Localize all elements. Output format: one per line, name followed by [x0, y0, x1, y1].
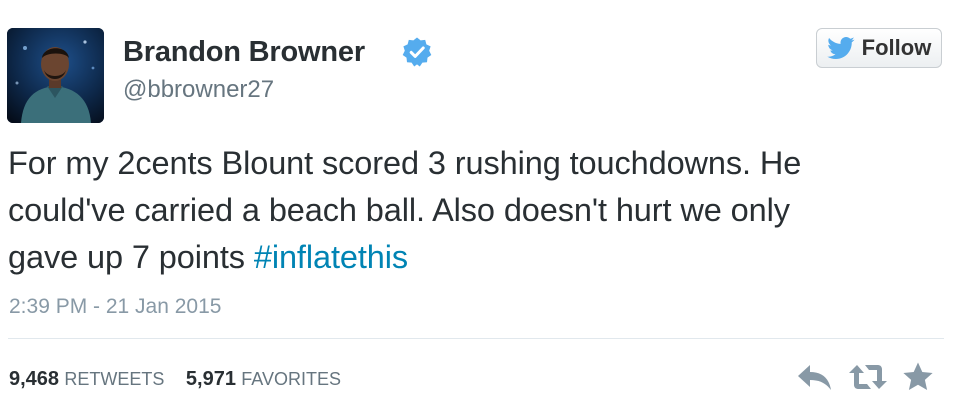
favorites-count[interactable]: 5,971 — [186, 368, 236, 390]
retweets-count[interactable]: 9,468 — [9, 368, 59, 390]
favorite-star-icon[interactable] — [902, 361, 934, 393]
verified-badge-icon — [402, 37, 432, 67]
tweet-text: For my 2cents Blount scored 3 rushing to… — [8, 140, 948, 281]
tweet-timestamp[interactable]: 2:39 PM - 21 Jan 2015 — [9, 295, 221, 319]
retweet-icon[interactable] — [848, 363, 888, 391]
favorites-label[interactable]: FAVORITES — [241, 369, 341, 389]
hashtag-link[interactable]: #inflatethis — [254, 239, 408, 275]
retweets-label[interactable]: RETWEETS — [64, 369, 164, 389]
tweet-text-line: could've carried a beach ball. Also does… — [8, 192, 790, 228]
tweet-text-line: For my 2cents Blount scored 3 rushing to… — [8, 145, 802, 181]
tweet-stats: 9,468 RETWEETS 5,971 FAVORITES — [9, 368, 341, 391]
embedded-tweet: Brandon Browner @bbrowner27 Follow For m… — [0, 0, 962, 410]
avatar-photo — [7, 28, 104, 123]
author-name[interactable]: Brandon Browner — [123, 34, 365, 70]
reply-icon[interactable] — [796, 362, 834, 392]
avatar[interactable] — [7, 28, 104, 123]
tweet-actions — [796, 360, 934, 394]
author-handle[interactable]: @bbrowner27 — [123, 76, 274, 104]
follow-button[interactable]: Follow — [816, 28, 942, 68]
divider — [8, 338, 944, 339]
tweet-text-segment: gave up 7 points — [8, 239, 254, 275]
twitter-bird-icon — [826, 37, 855, 59]
follow-button-label: Follow — [861, 35, 932, 60]
tweet-text-line: gave up 7 points #inflatethis — [8, 234, 948, 281]
